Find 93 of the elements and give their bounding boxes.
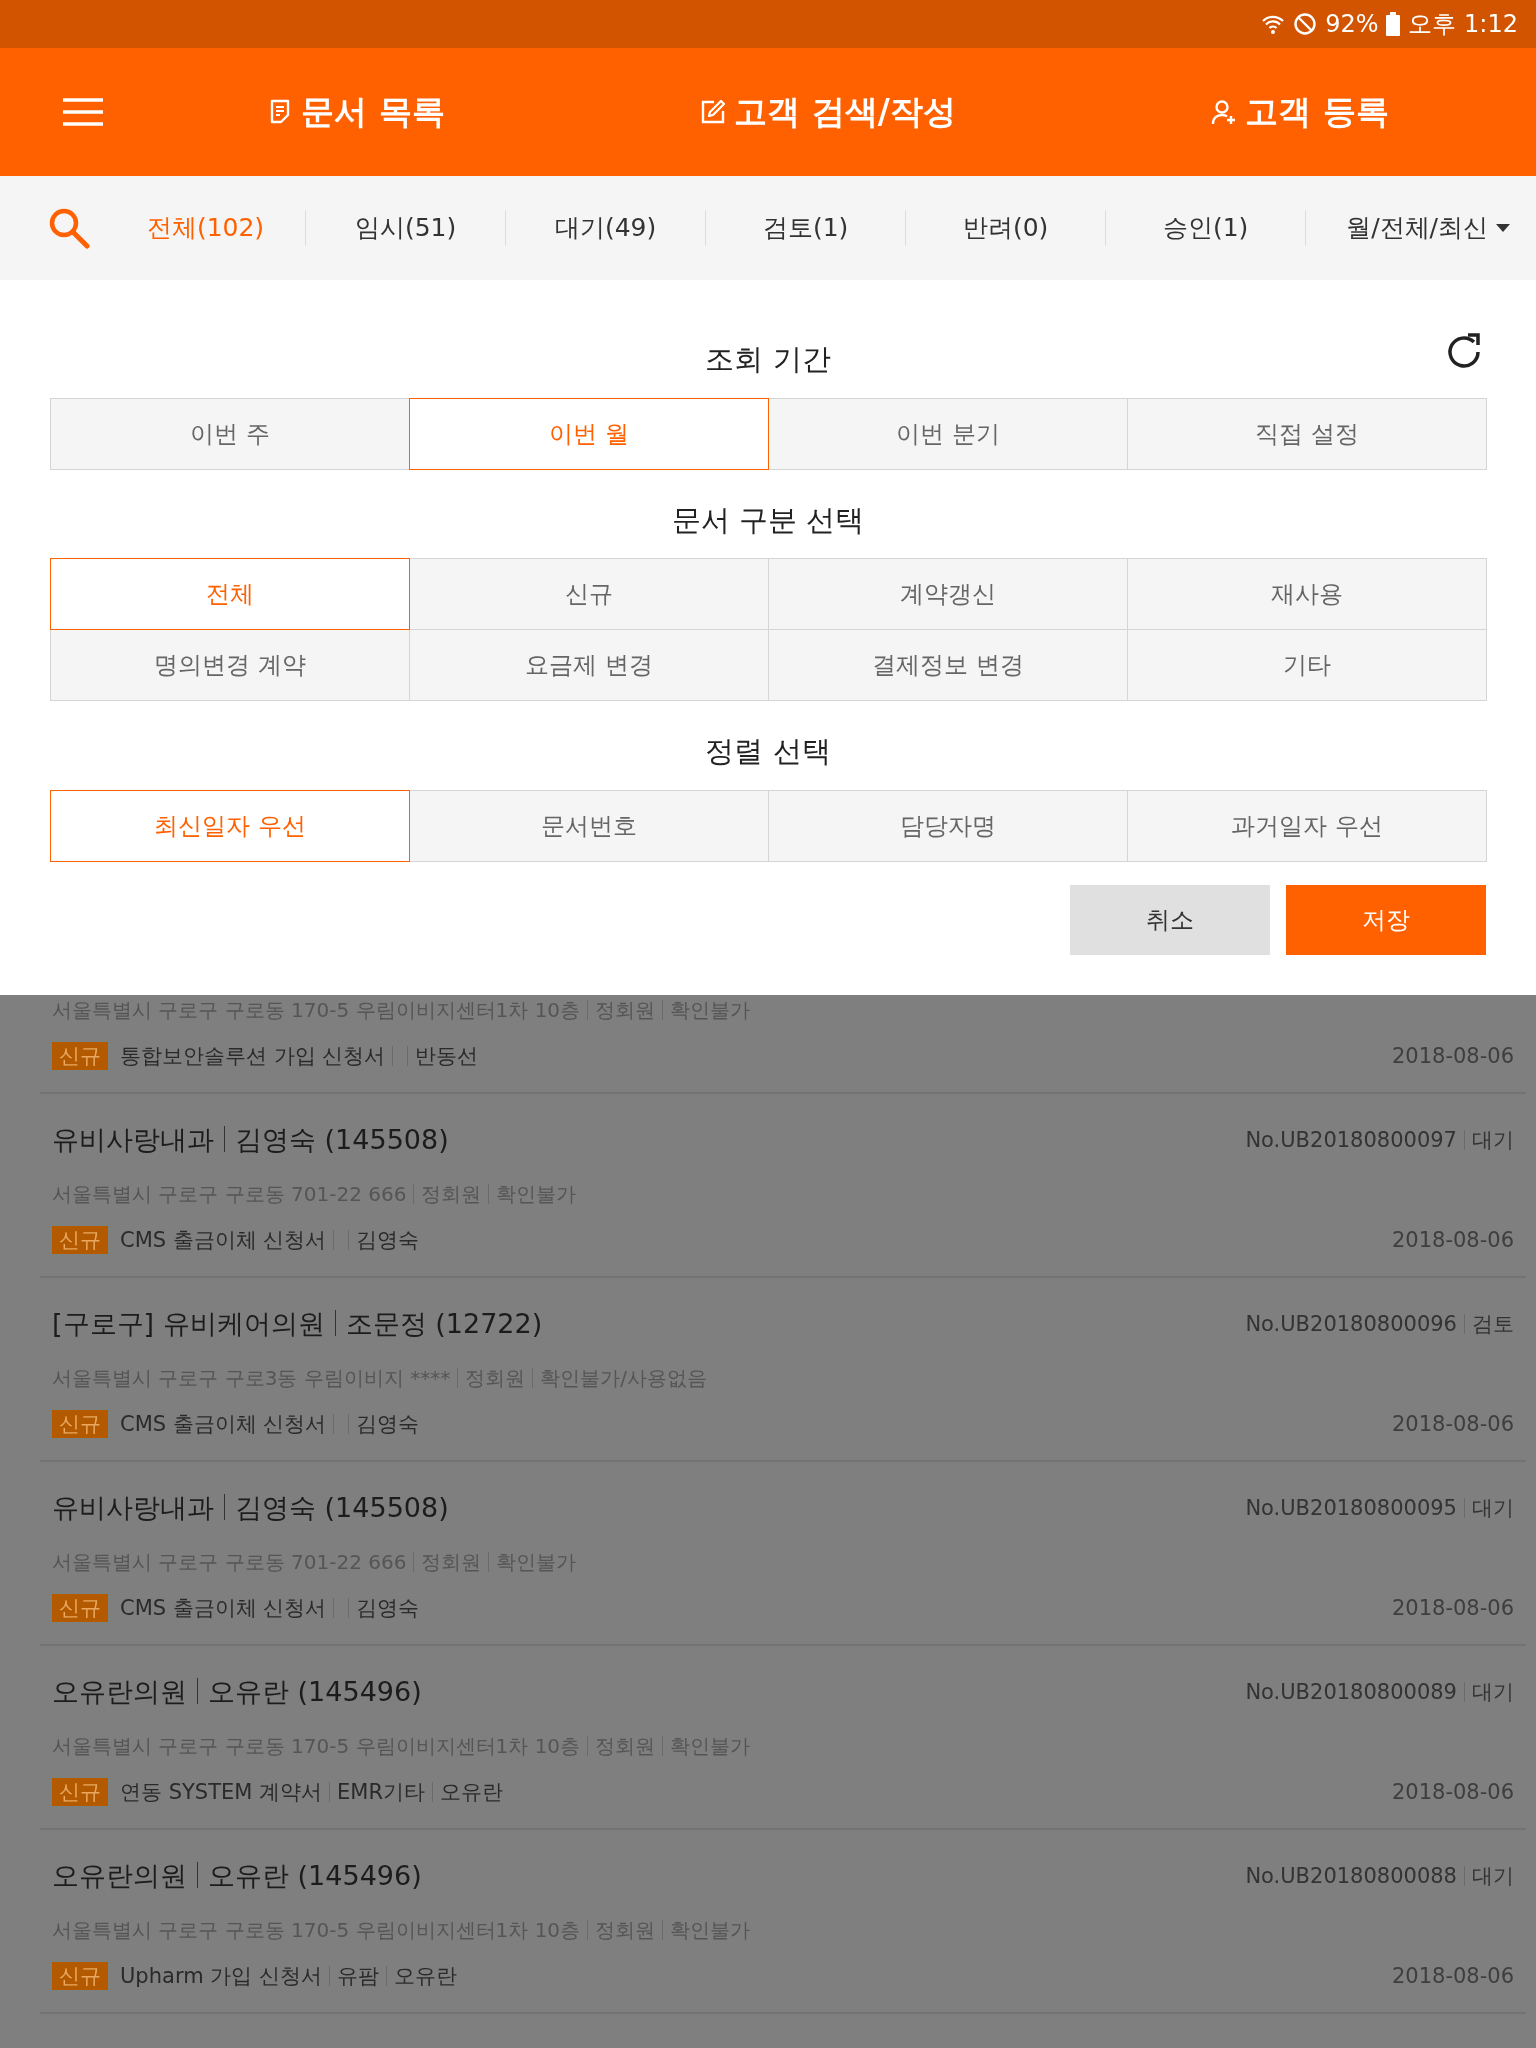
section-title: 조회 기간 bbox=[705, 341, 831, 378]
manager-name: 반동선 bbox=[415, 1043, 479, 1068]
contact-name: 조문정 (12722) bbox=[345, 1308, 543, 1339]
form-name: Upharm 가입 신청서 bbox=[120, 1963, 322, 1988]
status-tab[interactable]: 임시(51) bbox=[306, 209, 506, 247]
document-title[interactable]: 유비사랑내과 김영숙 (145508) bbox=[52, 1120, 449, 1161]
type-tag: 신규 bbox=[52, 1777, 108, 1806]
contact-name: 김영숙 (145508) bbox=[235, 1492, 449, 1523]
clinic-name: 유비사랑내과 bbox=[52, 1492, 214, 1523]
document-status: 대기 bbox=[1472, 1863, 1514, 1888]
document-title[interactable]: [구로구] 유비케어의원 조문정 (12722) bbox=[52, 1304, 543, 1345]
document-number: No.UB20180800097 bbox=[1245, 1127, 1457, 1152]
document-title[interactable]: 오유란의원 오유란 (145496) bbox=[52, 1856, 422, 1897]
contact-name: 김영숙 (145508) bbox=[235, 1124, 449, 1155]
document-date: 2018-08-06 bbox=[1391, 1410, 1514, 1438]
menu-icon bbox=[63, 98, 103, 126]
type-tag: 신규 bbox=[52, 1593, 108, 1622]
search-icon bbox=[48, 207, 90, 249]
option-button[interactable]: 문서번호 bbox=[409, 789, 769, 862]
document-date: 2018-08-06 bbox=[1391, 1594, 1514, 1622]
status-tab[interactable]: 전체(102) bbox=[106, 209, 306, 247]
document-title[interactable]: 오유란의원 오유란 (145496) bbox=[52, 1672, 422, 1713]
section-title: 문서 구분 선택 bbox=[671, 501, 865, 539]
edit-icon bbox=[700, 99, 727, 125]
contact-name: 오유란 (145496) bbox=[208, 1860, 422, 1891]
save-button[interactable]: 저장 bbox=[1286, 884, 1486, 955]
option-button[interactable]: 계약갱신 bbox=[768, 558, 1128, 630]
manager-name: 김영숙 bbox=[356, 1595, 420, 1620]
document-number: No.UB20180800088 bbox=[1245, 1863, 1457, 1888]
document-date: 2018-08-06 bbox=[1391, 1042, 1514, 1070]
manager-name: 김영숙 bbox=[356, 1411, 420, 1436]
status-tab[interactable]: 대기(49) bbox=[506, 209, 706, 247]
nav-tab[interactable]: 문서 목록 bbox=[120, 86, 592, 138]
section-title: 정렬 선택 bbox=[705, 733, 831, 770]
document-status: 대기 bbox=[1472, 1127, 1514, 1152]
form-name: 통합보안솔루션 가입 신청서 bbox=[120, 1043, 386, 1068]
type-tag: 신규 bbox=[52, 1961, 108, 1990]
form-name: CMS 출금이체 신청서 bbox=[120, 1411, 327, 1436]
document-title[interactable]: 유비사랑내과 김영숙 (145508) bbox=[52, 1488, 449, 1529]
clinic-name: 오유란의원 bbox=[52, 1676, 187, 1707]
option-button[interactable]: 과거일자 우선 bbox=[1127, 789, 1487, 862]
manager-name: 김영숙 bbox=[356, 1227, 420, 1252]
type-tag: 신규 bbox=[52, 1409, 108, 1438]
wifi-icon bbox=[1261, 13, 1286, 35]
document-number: No.UB20180800096 bbox=[1245, 1311, 1457, 1336]
manager-name: 오유란 bbox=[393, 1963, 457, 1988]
document-number: No.UB20180800089 bbox=[1245, 1679, 1457, 1704]
option-button[interactable]: 신규 bbox=[409, 558, 769, 630]
cancel-button[interactable]: 취소 bbox=[1070, 884, 1270, 955]
type-tag: 신규 bbox=[52, 1225, 108, 1254]
battery-percent: 92% bbox=[1325, 9, 1379, 40]
form-name: CMS 출금이체 신청서 bbox=[120, 1227, 327, 1252]
option-button[interactable]: 이번 월 bbox=[409, 397, 769, 470]
option-button[interactable]: 기타 bbox=[1127, 629, 1487, 701]
document-status: 대기 bbox=[1472, 1679, 1514, 1704]
nav-tab[interactable]: 고객 등록 bbox=[1064, 86, 1536, 138]
clinic-name: 오유란의원 bbox=[52, 1860, 187, 1891]
clinic-name: [구로구] 유비케어의원 bbox=[52, 1308, 325, 1339]
nav-tab[interactable]: 고객 검색/작성 bbox=[592, 86, 1064, 138]
search-button[interactable] bbox=[48, 207, 90, 249]
document-status: 검토 bbox=[1472, 1311, 1514, 1336]
clock-time: 오후 1:12 bbox=[1408, 9, 1518, 40]
manager-name: 오유란 bbox=[440, 1779, 504, 1804]
contact-name: 오유란 (145496) bbox=[208, 1676, 422, 1707]
form-name: CMS 출금이체 신청서 bbox=[120, 1595, 327, 1620]
option-button[interactable]: 이번 주 bbox=[50, 397, 410, 470]
status-tab[interactable]: 승인(1) bbox=[1106, 209, 1306, 247]
option-button[interactable]: 명의변경 계약 bbox=[50, 629, 410, 701]
do-not-disturb-icon bbox=[1293, 12, 1318, 36]
document-date: 2018-08-06 bbox=[1391, 1778, 1514, 1806]
option-button[interactable]: 이번 분기 bbox=[768, 397, 1128, 470]
document-date: 2018-08-06 bbox=[1391, 1226, 1514, 1254]
status-tab[interactable]: 반려(0) bbox=[906, 209, 1106, 247]
document-status: 대기 bbox=[1472, 1495, 1514, 1520]
status-tab[interactable]: 검토(1) bbox=[706, 209, 906, 247]
category-text: 유팜 bbox=[336, 1963, 379, 1988]
option-button[interactable]: 최신일자 우선 bbox=[50, 789, 410, 862]
document-date: 2018-08-06 bbox=[1391, 1962, 1514, 1990]
form-name: 연동 SYSTEM 계약서 bbox=[120, 1779, 323, 1804]
document-number: No.UB20180800095 bbox=[1245, 1495, 1457, 1520]
option-button[interactable]: 전체 bbox=[50, 558, 410, 630]
option-button[interactable]: 결제정보 변경 bbox=[768, 629, 1128, 701]
category-text: EMR기타 bbox=[337, 1779, 426, 1804]
option-button[interactable]: 담당자명 bbox=[768, 789, 1128, 862]
sort-dropdown[interactable]: 월/전체/최신 bbox=[1306, 208, 1517, 248]
person-add-icon bbox=[1211, 99, 1238, 125]
option-button[interactable]: 요금제 변경 bbox=[409, 629, 769, 701]
clinic-name: 유비사랑내과 bbox=[52, 1124, 214, 1155]
option-button[interactable]: 재사용 bbox=[1127, 558, 1487, 630]
battery-icon bbox=[1386, 12, 1401, 36]
caret-icon bbox=[1496, 224, 1511, 232]
option-button[interactable]: 직접 설정 bbox=[1127, 397, 1487, 470]
type-tag: 신규 bbox=[52, 1041, 108, 1070]
